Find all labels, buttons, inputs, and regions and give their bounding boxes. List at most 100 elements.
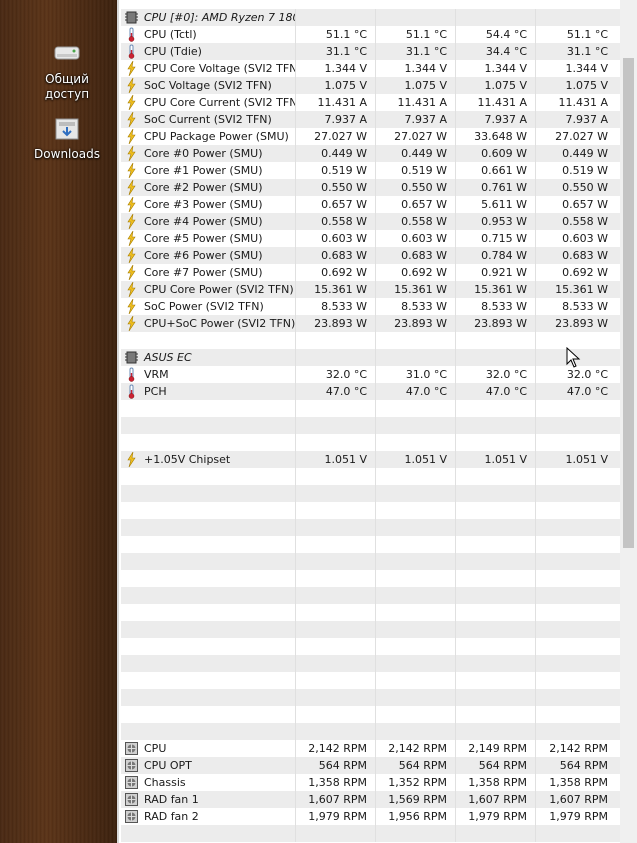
sensor-row[interactable]: Core #6 Power (SMU) 0.683 W 0.683 W 0.784 W… bbox=[121, 247, 620, 264]
sensor-row[interactable]: CPU (Tdie) 31.1 °C 31.1 °C 34.4 °C 31.1 °C bbox=[121, 43, 620, 60]
lightning-bolt-icon bbox=[125, 247, 138, 264]
sensor-row[interactable]: CPU Core Voltage (SVI2 TFN) 1.344 V 1.344 … bbox=[121, 60, 620, 77]
min-value: 1,956 RPM bbox=[376, 808, 456, 825]
sensor-name: CPU Core Power (SVI2 TFN) bbox=[144, 283, 294, 296]
sensor-name: RAD fan 2 bbox=[144, 810, 199, 823]
average-value bbox=[536, 621, 620, 638]
sensor-group-header[interactable]: CPU [#0]: AMD Ryzen 7 180... bbox=[121, 9, 620, 26]
desktop-item-downloads[interactable]: Downloads bbox=[17, 113, 117, 162]
sensor-name-cell: CPU Core Voltage (SVI2 TFN) bbox=[121, 60, 296, 77]
current-value bbox=[296, 689, 376, 706]
sensor-group-header[interactable]: ASUS EC bbox=[121, 349, 620, 366]
sensor-row[interactable]: SoC Current (SVI2 TFN) 7.937 A 7.937 A 7.93… bbox=[121, 111, 620, 128]
empty-row bbox=[121, 468, 620, 485]
sensor-name: Core #7 Power (SMU) bbox=[144, 266, 263, 279]
min-value bbox=[376, 638, 456, 655]
sensor-name: PCH bbox=[144, 385, 167, 398]
sensor-name: CPU+SoC Power (SVI2 TFN) bbox=[144, 317, 296, 330]
current-value: 0.657 W bbox=[296, 196, 376, 213]
empty-row bbox=[121, 434, 620, 451]
sensor-row[interactable]: SoC Power (SVI2 TFN) 8.533 W 8.533 W 8.533 … bbox=[121, 298, 620, 315]
sensor-row[interactable]: CPU 2,142 RPM 2,142 RPM 2,149 RPM 2,142 RPM bbox=[121, 740, 620, 757]
sensor-row[interactable]: CPU OPT 564 RPM 564 RPM 564 RPM 564 RPM bbox=[121, 757, 620, 774]
min-value: 15.361 W bbox=[376, 281, 456, 298]
min-value bbox=[376, 417, 456, 434]
max-value: 7.937 A bbox=[456, 111, 536, 128]
sensor-name-cell bbox=[121, 825, 296, 842]
empty-row bbox=[121, 621, 620, 638]
current-value bbox=[296, 706, 376, 723]
sensor-name-cell: CPU Core Power (SVI2 TFN) bbox=[121, 281, 296, 298]
sensor-row[interactable]: CPU (Tctl) 51.1 °C 51.1 °C 54.4 °C 51.1 °C bbox=[121, 26, 620, 43]
max-value: 15.361 W bbox=[456, 281, 536, 298]
sensor-name-cell: PCH bbox=[121, 383, 296, 400]
sensor-row[interactable]: SoC Voltage (SVI2 TFN) 1.075 V 1.075 V 1.07… bbox=[121, 77, 620, 94]
empty-row bbox=[121, 553, 620, 570]
lightning-bolt-icon bbox=[125, 281, 138, 298]
sensor-name-cell bbox=[121, 570, 296, 587]
average-value: 15.361 W bbox=[555, 283, 608, 296]
scrollbar-thumb[interactable] bbox=[623, 58, 634, 548]
sensor-row[interactable]: Core #5 Power (SMU) 0.603 W 0.603 W 0.715 W… bbox=[121, 230, 620, 247]
sensor-row[interactable]: RAD fan 2 1,979 RPM 1,956 RPM 1,979 RPM 1,97… bbox=[121, 808, 620, 825]
sensor-row[interactable]: CPU Core Current (SVI2 TFN) 11.431 A 11.43… bbox=[121, 94, 620, 111]
min-value: 23.893 W bbox=[376, 315, 456, 332]
sensor-row[interactable]: Core #2 Power (SMU) 0.550 W 0.550 W 0.761 W… bbox=[121, 179, 620, 196]
sensor-row[interactable]: Core #7 Power (SMU) 0.692 W 0.692 W 0.921 W… bbox=[121, 264, 620, 281]
average-value: 1.344 V bbox=[565, 62, 608, 75]
fan-icon bbox=[125, 792, 138, 807]
sensor-row[interactable]: +1.05V Chipset 1.051 V 1.051 V 1.051 V 1.051… bbox=[121, 451, 620, 468]
sensor-name-cell: Core #5 Power (SMU) bbox=[121, 230, 296, 247]
sensor-name: Core #2 Power (SMU) bbox=[144, 181, 263, 194]
min-value: 27.027 W bbox=[376, 128, 456, 145]
sensor-row[interactable]: PCH 47.0 °C 47.0 °C 47.0 °C 47.0 °C bbox=[121, 383, 620, 400]
desktop-item-shared-drive[interactable]: Общий доступ bbox=[17, 38, 117, 102]
current-value: 32.0 °C bbox=[296, 366, 376, 383]
average-value: 7.937 A bbox=[565, 113, 608, 126]
min-value: 0.603 W bbox=[376, 230, 456, 247]
sensor-name-cell: CPU Core Current (SVI2 TFN) bbox=[121, 94, 296, 111]
sensor-row[interactable]: Core #1 Power (SMU) 0.519 W 0.519 W 0.661 W… bbox=[121, 162, 620, 179]
current-value bbox=[296, 502, 376, 519]
min-value: 51.1 °C bbox=[376, 26, 456, 43]
sensor-name-cell bbox=[121, 655, 296, 672]
sensor-row[interactable]: CPU+SoC Power (SVI2 TFN) 23.893 W 23.893 W… bbox=[121, 315, 620, 332]
vertical-scrollbar[interactable] bbox=[620, 0, 637, 843]
current-value bbox=[296, 587, 376, 604]
min-value: 564 RPM bbox=[376, 757, 456, 774]
max-value: 0.715 W bbox=[456, 230, 536, 247]
min-value: 0.550 W bbox=[376, 179, 456, 196]
average-value: 31.1 °C bbox=[566, 45, 608, 58]
current-value: 1,979 RPM bbox=[296, 808, 376, 825]
current-value: 564 RPM bbox=[296, 757, 376, 774]
sensor-row[interactable]: Core #4 Power (SMU) 0.558 W 0.558 W 0.953 W… bbox=[121, 213, 620, 230]
current-value: 47.0 °C bbox=[296, 383, 376, 400]
sensor-name-cell bbox=[121, 553, 296, 570]
max-value: 1.344 V bbox=[456, 60, 536, 77]
average-value bbox=[536, 485, 620, 502]
current-value bbox=[296, 349, 376, 366]
sensor-row[interactable]: CPU Core Power (SVI2 TFN) 15.361 W 15.361 … bbox=[121, 281, 620, 298]
min-value: 1,352 RPM bbox=[376, 774, 456, 791]
sensor-name-cell: VRM bbox=[121, 366, 296, 383]
sensor-row[interactable]: VRM 32.0 °C 31.0 °C 32.0 °C 32.0 °C bbox=[121, 366, 620, 383]
sensor-row[interactable]: Core #0 Power (SMU) 0.449 W 0.449 W 0.609 W… bbox=[121, 145, 620, 162]
mouse-cursor-icon bbox=[566, 347, 581, 368]
average-value: 2,142 RPM bbox=[549, 742, 608, 755]
max-value: 1,979 RPM bbox=[456, 808, 536, 825]
sensor-name-cell: CPU (Tctl) bbox=[121, 26, 296, 43]
average-value bbox=[536, 519, 620, 536]
current-value bbox=[296, 536, 376, 553]
sensor-row[interactable]: RAD fan 1 1,607 RPM 1,569 RPM 1,607 RPM 1,60… bbox=[121, 791, 620, 808]
sensor-row[interactable]: Core #3 Power (SMU) 0.657 W 0.657 W 5.611 W… bbox=[121, 196, 620, 213]
average-value: 1.075 V bbox=[565, 79, 608, 92]
max-value: 0.953 W bbox=[456, 213, 536, 230]
average-value: 0.449 W bbox=[562, 147, 608, 160]
average-value bbox=[536, 434, 620, 451]
average-value: 0.550 W bbox=[562, 181, 608, 194]
sensor-name-cell bbox=[121, 706, 296, 723]
sensor-name: CPU Core Voltage (SVI2 TFN) bbox=[144, 62, 296, 75]
sensor-row[interactable]: Chassis 1,358 RPM 1,352 RPM 1,358 RPM 1,358 … bbox=[121, 774, 620, 791]
empty-row bbox=[121, 655, 620, 672]
sensor-row[interactable]: CPU Package Power (SMU) 27.027 W 27.027 W3… bbox=[121, 128, 620, 145]
